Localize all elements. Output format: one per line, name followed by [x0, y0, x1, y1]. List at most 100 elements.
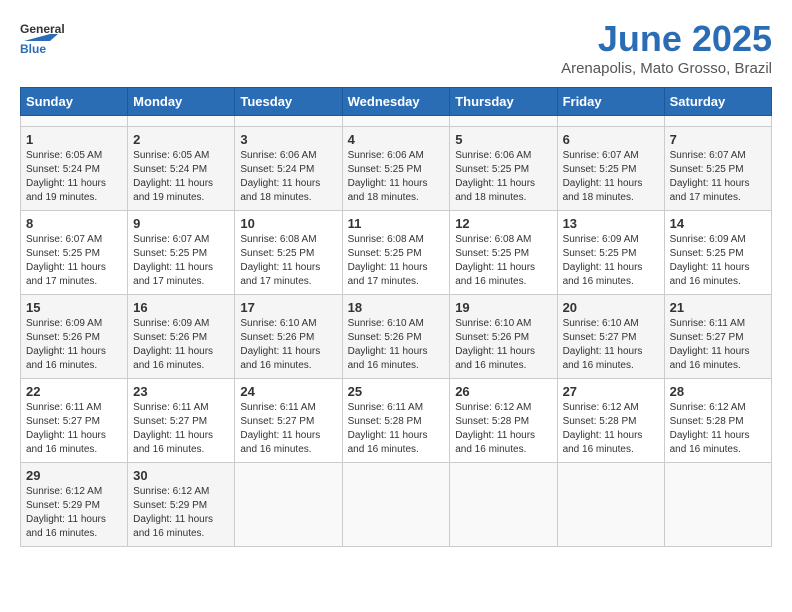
- header-monday: Monday: [128, 88, 235, 116]
- day-number: 5: [455, 132, 551, 147]
- day-info: Sunrise: 6:08 AM Sunset: 5:25 PM Dayligh…: [455, 233, 551, 289]
- day-number: 26: [455, 384, 551, 399]
- week-row-5: 29 Sunrise: 6:12 AM Sunset: 5:29 PM Dayli…: [21, 463, 772, 547]
- week-row-4: 22 Sunrise: 6:11 AM Sunset: 5:27 PM Dayli…: [21, 379, 772, 463]
- calendar-cell: 30 Sunrise: 6:12 AM Sunset: 5:29 PM Dayli…: [128, 463, 235, 547]
- day-info: Sunrise: 6:10 AM Sunset: 5:26 PM Dayligh…: [240, 317, 336, 373]
- day-info: Sunrise: 6:10 AM Sunset: 5:27 PM Dayligh…: [563, 317, 659, 373]
- day-info: Sunrise: 6:07 AM Sunset: 5:25 PM Dayligh…: [670, 149, 766, 205]
- day-info: Sunrise: 6:06 AM Sunset: 5:24 PM Dayligh…: [240, 149, 336, 205]
- day-info: Sunrise: 6:09 AM Sunset: 5:25 PM Dayligh…: [670, 233, 766, 289]
- svg-text:General: General: [20, 22, 65, 36]
- day-number: 12: [455, 216, 551, 231]
- day-info: Sunrise: 6:08 AM Sunset: 5:25 PM Dayligh…: [240, 233, 336, 289]
- day-number: 25: [348, 384, 445, 399]
- calendar-cell: [235, 116, 342, 127]
- calendar-cell: [557, 116, 664, 127]
- week-row-0: [21, 116, 772, 127]
- day-info: Sunrise: 6:12 AM Sunset: 5:29 PM Dayligh…: [133, 485, 229, 541]
- calendar-cell: [664, 463, 771, 547]
- subtitle: Arenapolis, Mato Grosso, Brazil: [561, 60, 772, 77]
- week-row-2: 8Sunrise: 6:07 AM Sunset: 5:25 PM Daylig…: [21, 211, 772, 295]
- calendar-cell: 21Sunrise: 6:11 AM Sunset: 5:27 PM Dayli…: [664, 295, 771, 379]
- day-info: Sunrise: 6:10 AM Sunset: 5:26 PM Dayligh…: [348, 317, 445, 373]
- day-number: 14: [670, 216, 766, 231]
- day-number: 28: [670, 384, 766, 399]
- calendar-cell: [450, 463, 557, 547]
- day-number: 22: [26, 384, 122, 399]
- day-info: Sunrise: 6:06 AM Sunset: 5:25 PM Dayligh…: [348, 149, 445, 205]
- day-number: 23: [133, 384, 229, 399]
- day-info: Sunrise: 6:11 AM Sunset: 5:28 PM Dayligh…: [348, 401, 445, 457]
- logo-icon: General Blue: [20, 18, 70, 58]
- day-number: 4: [348, 132, 445, 147]
- calendar-cell: 7 Sunrise: 6:07 AM Sunset: 5:25 PM Daylig…: [664, 127, 771, 211]
- header: General Blue June 2025 Arenapolis, Mato …: [20, 18, 772, 77]
- week-row-1: 1 Sunrise: 6:05 AM Sunset: 5:24 PM Daylig…: [21, 127, 772, 211]
- header-thursday: Thursday: [450, 88, 557, 116]
- calendar-cell: [128, 116, 235, 127]
- day-info: Sunrise: 6:12 AM Sunset: 5:28 PM Dayligh…: [563, 401, 659, 457]
- calendar-cell: [450, 116, 557, 127]
- main-title: June 2025: [561, 18, 772, 60]
- day-info: Sunrise: 6:07 AM Sunset: 5:25 PM Dayligh…: [563, 149, 659, 205]
- calendar-cell: 2Sunrise: 6:05 AM Sunset: 5:24 PM Daylig…: [128, 127, 235, 211]
- day-info: Sunrise: 6:07 AM Sunset: 5:25 PM Dayligh…: [26, 233, 122, 289]
- day-info: Sunrise: 6:09 AM Sunset: 5:25 PM Dayligh…: [563, 233, 659, 289]
- header-wednesday: Wednesday: [342, 88, 450, 116]
- title-area: June 2025 Arenapolis, Mato Grosso, Brazi…: [561, 18, 772, 77]
- day-number: 18: [348, 300, 445, 315]
- day-info: Sunrise: 6:12 AM Sunset: 5:28 PM Dayligh…: [455, 401, 551, 457]
- day-info: Sunrise: 6:11 AM Sunset: 5:27 PM Dayligh…: [240, 401, 336, 457]
- day-info: Sunrise: 6:12 AM Sunset: 5:29 PM Dayligh…: [26, 485, 122, 541]
- calendar-cell: 18 Sunrise: 6:10 AM Sunset: 5:26 PM Dayli…: [342, 295, 450, 379]
- calendar-cell: 10 Sunrise: 6:08 AM Sunset: 5:25 PM Dayli…: [235, 211, 342, 295]
- day-info: Sunrise: 6:08 AM Sunset: 5:25 PM Dayligh…: [348, 233, 445, 289]
- svg-text:Blue: Blue: [20, 42, 46, 56]
- day-number: 16: [133, 300, 229, 315]
- day-number: 30: [133, 468, 229, 483]
- day-info: Sunrise: 6:09 AM Sunset: 5:26 PM Dayligh…: [133, 317, 229, 373]
- calendar-cell: 28 Sunrise: 6:12 AM Sunset: 5:28 PM Dayli…: [664, 379, 771, 463]
- calendar-cell: [557, 463, 664, 547]
- day-number: 9: [133, 216, 229, 231]
- day-number: 10: [240, 216, 336, 231]
- calendar-cell: 4 Sunrise: 6:06 AM Sunset: 5:25 PM Daylig…: [342, 127, 450, 211]
- day-number: 24: [240, 384, 336, 399]
- day-number: 11: [348, 216, 445, 231]
- calendar-cell: 29 Sunrise: 6:12 AM Sunset: 5:29 PM Dayli…: [21, 463, 128, 547]
- calendar-cell: 8Sunrise: 6:07 AM Sunset: 5:25 PM Daylig…: [21, 211, 128, 295]
- day-info: Sunrise: 6:12 AM Sunset: 5:28 PM Dayligh…: [670, 401, 766, 457]
- day-info: Sunrise: 6:11 AM Sunset: 5:27 PM Dayligh…: [133, 401, 229, 457]
- calendar-cell: [235, 463, 342, 547]
- calendar-cell: [342, 463, 450, 547]
- day-info: Sunrise: 6:10 AM Sunset: 5:26 PM Dayligh…: [455, 317, 551, 373]
- calendar-cell: 23 Sunrise: 6:11 AM Sunset: 5:27 PM Dayli…: [128, 379, 235, 463]
- header-tuesday: Tuesday: [235, 88, 342, 116]
- day-number: 27: [563, 384, 659, 399]
- day-number: 2: [133, 132, 229, 147]
- calendar-cell: [342, 116, 450, 127]
- day-number: 1: [26, 132, 122, 147]
- logo: General Blue: [20, 18, 70, 58]
- day-number: 20: [563, 300, 659, 315]
- calendar-cell: 25 Sunrise: 6:11 AM Sunset: 5:28 PM Dayli…: [342, 379, 450, 463]
- calendar-cell: 5Sunrise: 6:06 AM Sunset: 5:25 PM Daylig…: [450, 127, 557, 211]
- calendar-cell: 26 Sunrise: 6:12 AM Sunset: 5:28 PM Dayli…: [450, 379, 557, 463]
- day-number: 7: [670, 132, 766, 147]
- calendar-cell: 22 Sunrise: 6:11 AM Sunset: 5:27 PM Dayli…: [21, 379, 128, 463]
- calendar-cell: 27 Sunrise: 6:12 AM Sunset: 5:28 PM Dayli…: [557, 379, 664, 463]
- week-row-3: 15 Sunrise: 6:09 AM Sunset: 5:26 PM Dayli…: [21, 295, 772, 379]
- calendar-cell: 15Sunrise: 6:09 AM Sunset: 5:26 PM Dayli…: [21, 295, 128, 379]
- header-sunday: Sunday: [21, 88, 128, 116]
- day-number: 3: [240, 132, 336, 147]
- day-number: 29: [26, 468, 122, 483]
- calendar-cell: 17Sunrise: 6:10 AM Sunset: 5:26 PM Dayli…: [235, 295, 342, 379]
- calendar-cell: 9Sunrise: 6:07 AM Sunset: 5:25 PM Daylig…: [128, 211, 235, 295]
- day-info: Sunrise: 6:05 AM Sunset: 5:24 PM Dayligh…: [26, 149, 122, 205]
- day-info: Sunrise: 6:11 AM Sunset: 5:27 PM Dayligh…: [26, 401, 122, 457]
- day-number: 15: [26, 300, 122, 315]
- day-number: 19: [455, 300, 551, 315]
- calendar-cell: 16 Sunrise: 6:09 AM Sunset: 5:26 PM Dayli…: [128, 295, 235, 379]
- calendar-header-row: SundayMondayTuesdayWednesdayThursdayFrid…: [21, 88, 772, 116]
